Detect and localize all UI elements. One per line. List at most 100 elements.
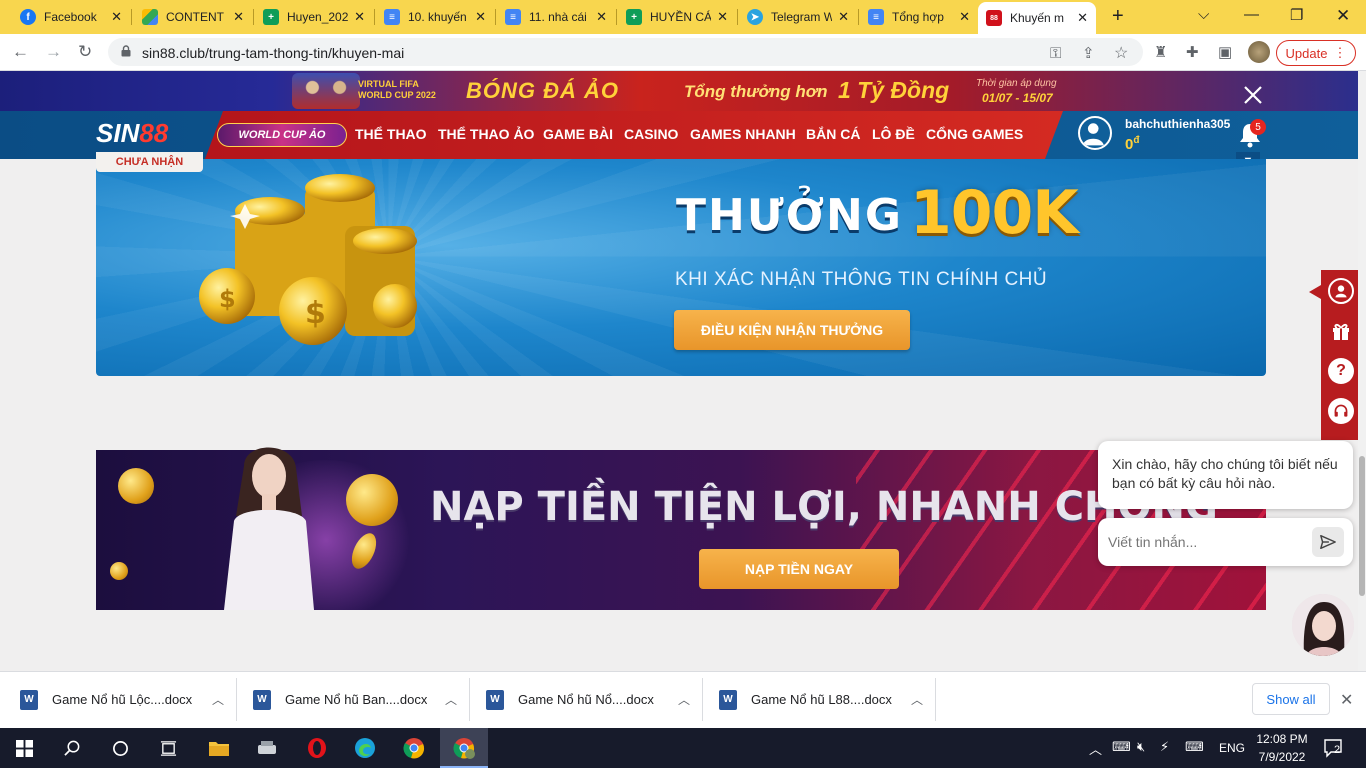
chevron-up-icon[interactable]: ︿ xyxy=(1089,739,1102,758)
forward-icon[interactable]: → xyxy=(45,42,62,62)
download-item[interactable]: W Game Nổ hũ Nổ....docx ︿ xyxy=(486,678,690,721)
update-button[interactable]: Update ⋮ xyxy=(1276,40,1356,66)
profile-spy-icon[interactable]: ♜ xyxy=(1154,43,1167,61)
profile-avatar[interactable] xyxy=(1248,41,1270,63)
username[interactable]: bahchuthienha305 xyxy=(1125,117,1230,131)
tab-telegram[interactable]: ➤ Telegram W ✕ xyxy=(739,4,857,30)
google-docs-icon: ≡ xyxy=(868,9,884,25)
google-docs-icon: ≡ xyxy=(505,9,521,25)
extensions-icon[interactable]: ✚ xyxy=(1186,43,1199,61)
notification-center-icon[interactable]: 2 xyxy=(1322,736,1346,760)
cortana-icon[interactable] xyxy=(96,728,144,768)
close-icon[interactable]: ✕ xyxy=(354,9,365,25)
edge-icon[interactable] xyxy=(341,728,389,768)
opera-icon[interactable] xyxy=(293,728,341,768)
nav-game-bai[interactable]: GAME BÀI xyxy=(543,126,613,142)
tab-label: Telegram W xyxy=(771,10,833,24)
keyboard-icon[interactable]: ⌨ xyxy=(1185,739,1204,755)
download-item[interactable]: W Game Nổ hũ Lộc....docx ︿ xyxy=(20,678,224,721)
clock-time[interactable]: 12:08 PM xyxy=(1254,732,1310,746)
show-all-downloads-button[interactable]: Show all xyxy=(1252,683,1330,715)
tab-doc-10[interactable]: ≡ 10. khuyến ✕ xyxy=(376,4,494,30)
chat-message-input[interactable] xyxy=(1108,530,1303,554)
close-downloads-icon[interactable]: ✕ xyxy=(1340,690,1353,710)
restore-icon[interactable]: ❐ xyxy=(1290,6,1303,24)
tab-doc-11[interactable]: ≡ 11. nhà cái ✕ xyxy=(497,4,615,30)
file-explorer-icon[interactable] xyxy=(195,728,243,768)
search-icon[interactable] xyxy=(48,728,96,768)
close-icon[interactable]: ✕ xyxy=(596,9,607,25)
browser-toolbar: ← → ↻ sin88.club/trung-tam-thong-tin/khu… xyxy=(0,34,1366,71)
nav-cong-games[interactable]: CỔNG GAMES xyxy=(926,126,1023,142)
nav-the-thao[interactable]: THỂ THAO xyxy=(355,126,427,142)
nav-the-thao-ao[interactable]: THỂ THAO ẢO xyxy=(438,126,534,142)
tab-label: HUYỀN CÁ xyxy=(650,10,712,24)
tab-huyen-sheet[interactable]: + Huyen_202 ✕ xyxy=(255,4,373,30)
side-panel-icon[interactable]: ▣ xyxy=(1218,43,1232,61)
reward-conditions-button[interactable]: ĐIỀU KIỆN NHẬN THƯỞNG xyxy=(674,310,910,350)
close-banner-icon[interactable] xyxy=(1242,84,1264,106)
window-close-icon[interactable]: ✕ xyxy=(1336,6,1350,26)
chrome-icon[interactable] xyxy=(390,728,438,768)
close-icon[interactable]: ✕ xyxy=(959,9,970,25)
tab-facebook[interactable]: f Facebook ✕ xyxy=(12,4,130,30)
download-item[interactable]: W Game Nổ hũ Ban....docx ︿ xyxy=(253,678,457,721)
scanner-app-icon[interactable] xyxy=(243,728,291,768)
input-language[interactable]: ENG xyxy=(1219,741,1245,755)
nav-lo-de[interactable]: LÔ ĐỀ xyxy=(872,126,915,142)
tab-label: CONTENT xyxy=(166,10,224,24)
close-icon[interactable]: ✕ xyxy=(838,9,849,25)
deposit-now-button[interactable]: NẠP TIỀN NGAY xyxy=(699,549,899,589)
nav-ban-ca[interactable]: BẮN CÁ xyxy=(806,126,860,142)
nav-casino[interactable]: CASINO xyxy=(624,126,678,142)
promo-prize-amount: 1 Tỷ Đồng xyxy=(838,77,950,103)
gift-icon[interactable] xyxy=(1328,318,1354,344)
support-headset-icon[interactable] xyxy=(1328,398,1354,424)
reward-subtitle: KHI XÁC NHẬN THÔNG TIN CHÍNH CHỦ xyxy=(675,269,1048,290)
chrome-profile-icon[interactable] xyxy=(440,728,488,768)
key-icon[interactable]: ⚿ xyxy=(1050,45,1061,62)
scrollbar-thumb[interactable] xyxy=(1359,456,1365,596)
chevron-up-icon[interactable]: ︿ xyxy=(911,691,923,708)
tab-tong-hop[interactable]: ≡ Tổng hợp ✕ xyxy=(860,4,978,30)
new-tab-icon[interactable]: + xyxy=(1112,5,1124,28)
close-icon[interactable]: ✕ xyxy=(1077,10,1088,26)
sin88-logo[interactable]: SIN88 xyxy=(96,118,168,149)
tab-search-chevron-icon[interactable]: ⌵ xyxy=(1198,6,1209,23)
word-doc-icon: W xyxy=(253,689,271,710)
task-view-icon[interactable] xyxy=(144,728,192,768)
back-icon[interactable]: ← xyxy=(12,42,29,62)
close-icon[interactable]: ✕ xyxy=(111,9,122,25)
close-icon[interactable]: ✕ xyxy=(475,9,486,25)
promo-event: VIRTUAL FIFA WORLD CUP 2022 xyxy=(358,79,436,100)
tab-khuyen-mai[interactable]: 88 Khuyến m ✕ xyxy=(978,2,1096,34)
clock-date[interactable]: 7/9/2022 xyxy=(1254,750,1310,764)
reload-icon[interactable]: ↻ xyxy=(78,42,92,62)
send-icon[interactable] xyxy=(1312,527,1344,557)
chevron-up-icon[interactable]: ︿ xyxy=(445,691,457,708)
tab-huyen-ca-sheet[interactable]: + HUYỀN CÁ ✕ xyxy=(618,4,736,30)
chevron-up-icon[interactable]: ︿ xyxy=(212,691,224,708)
nav-games-nhanh[interactable]: GAMES NHANH xyxy=(690,126,796,142)
chat-agent-avatar[interactable] xyxy=(1292,594,1354,656)
world-cup-ao-badge[interactable]: WORLD CUP ẢO xyxy=(217,123,347,147)
close-icon[interactable]: ✕ xyxy=(717,9,728,25)
windows-start-icon[interactable] xyxy=(0,728,48,768)
google-drive-icon xyxy=(142,9,158,25)
network-icon[interactable]: ⌨ xyxy=(1112,739,1131,755)
close-icon[interactable]: ✕ xyxy=(233,9,244,25)
download-item[interactable]: W Game Nổ hũ L88....docx ︿ xyxy=(719,678,923,721)
volume-muted-icon[interactable]: 🔇︎ xyxy=(1137,739,1145,755)
help-icon[interactable]: ? xyxy=(1328,358,1354,384)
promo-banner[interactable]: VIRTUAL FIFA WORLD CUP 2022 BÓNG ĐÁ ẢO Tổ… xyxy=(0,71,1362,111)
bookmark-star-icon[interactable]: ☆ xyxy=(1114,43,1128,63)
tab-content[interactable]: CONTENT ✕ xyxy=(134,4,252,30)
address-bar[interactable]: sin88.club/trung-tam-thong-tin/khuyen-ma… xyxy=(108,38,1143,66)
user-avatar-icon[interactable] xyxy=(1078,116,1112,150)
share-icon[interactable]: ⇪ xyxy=(1082,44,1095,62)
user-profile-icon[interactable] xyxy=(1328,278,1354,304)
chevron-up-icon[interactable]: ︿ xyxy=(678,691,690,708)
telegram-icon: ➤ xyxy=(747,9,763,25)
power-icon[interactable]: ⚡︎ xyxy=(1160,739,1169,755)
minimize-icon[interactable]: — xyxy=(1244,6,1259,23)
